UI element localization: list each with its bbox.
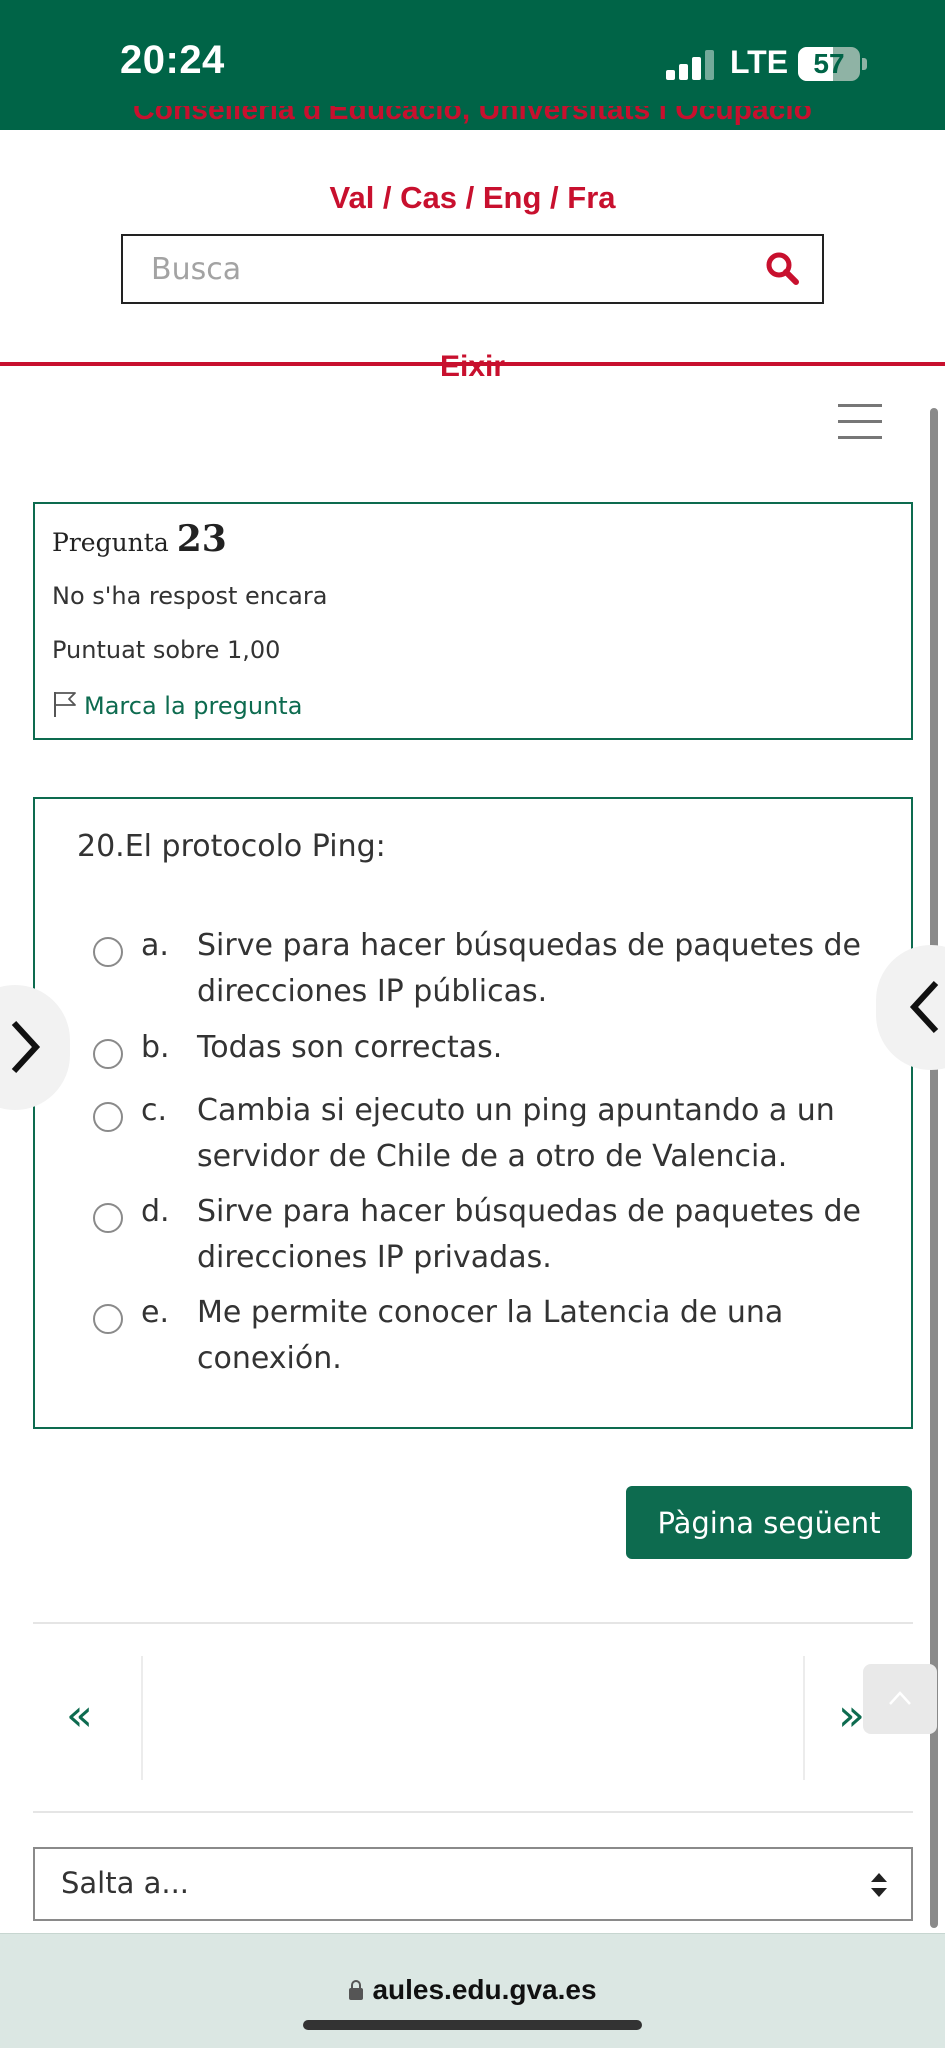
question-status: No s'ha respost encara [52,582,328,610]
question-info-box: Pregunta 23 No s'ha respost encara Puntu… [33,502,913,740]
search-icon[interactable] [764,250,800,286]
radio-button[interactable] [93,1039,123,1069]
answer-text: Cambia si ejecuto un ping apuntando a un… [197,1093,835,1174]
divider [141,1656,143,1780]
answer-text: Todas son correctas. [197,1030,503,1065]
search-box[interactable] [121,234,824,304]
answer-letter: c. [141,1093,168,1128]
question-header: Pregunta 23 [52,518,227,560]
question-grade: Puntuat sobre 1,00 [52,636,281,664]
jump-to-label: Salta a... [61,1866,190,1900]
question-box: 20.El protocolo Ping: a. Sirve para hace… [33,797,913,1429]
divider [803,1656,805,1780]
organization-title: Conselleria d'Educació, Universitats i O… [132,106,812,126]
answer-text: Sirve para hacer búsquedas de paquetes d… [197,928,862,1009]
question-label: Pregunta [52,528,169,557]
hamburger-menu-icon[interactable] [838,404,882,440]
question-text: 20.El protocolo Ping: [77,829,386,864]
language-selector[interactable]: Val / Cas / Eng / Fra [0,180,945,216]
battery-icon: 57 [798,47,860,81]
url-display[interactable]: aules.edu.gva.es [0,1974,945,2006]
next-page-button[interactable]: Pàgina següent [626,1486,912,1559]
flag-question-link[interactable]: Marca la pregunta [52,690,302,720]
status-time: 20:24 [120,38,225,82]
answer-text: Sirve para hacer búsquedas de paquetes d… [197,1194,862,1275]
chevron-right-icon [11,1020,41,1074]
previous-activity-link[interactable]: « [66,1690,93,1741]
radio-button[interactable] [93,1102,123,1132]
answer-letter: b. [141,1030,170,1065]
radio-button[interactable] [93,1304,123,1334]
next-activity-link[interactable]: » [838,1690,865,1741]
network-type: LTE [730,44,789,80]
jump-to-select[interactable]: Salta a... [33,1847,913,1921]
lock-icon [349,1980,364,2000]
browser-url-bar[interactable]: aules.edu.gva.es [0,1933,945,2048]
back-to-top-button[interactable] [863,1664,937,1734]
divider [33,1811,913,1813]
answer-letter: d. [141,1194,170,1229]
signal-icon [666,50,714,80]
battery-tip [862,58,867,70]
radio-button[interactable] [93,1203,123,1233]
answer-letter: a. [141,928,169,963]
search-input[interactable] [123,236,743,302]
chevron-up-icon [889,1691,911,1705]
chevron-left-icon [909,980,939,1034]
answer-letter: e. [141,1295,169,1330]
flag-icon [54,692,76,717]
divider [33,1622,913,1624]
battery-level: 57 [813,48,845,79]
question-number: 23 [176,518,227,560]
radio-button[interactable] [93,937,123,967]
select-arrows-icon [871,1873,887,1897]
flag-question-label: Marca la pregunta [84,692,303,720]
answer-text: Me permite conocer la Latencia de una co… [197,1295,784,1376]
home-indicator[interactable] [303,2020,642,2030]
logout-link[interactable]: Eixir [0,350,945,384]
url-text: aules.edu.gva.es [372,1974,597,2005]
